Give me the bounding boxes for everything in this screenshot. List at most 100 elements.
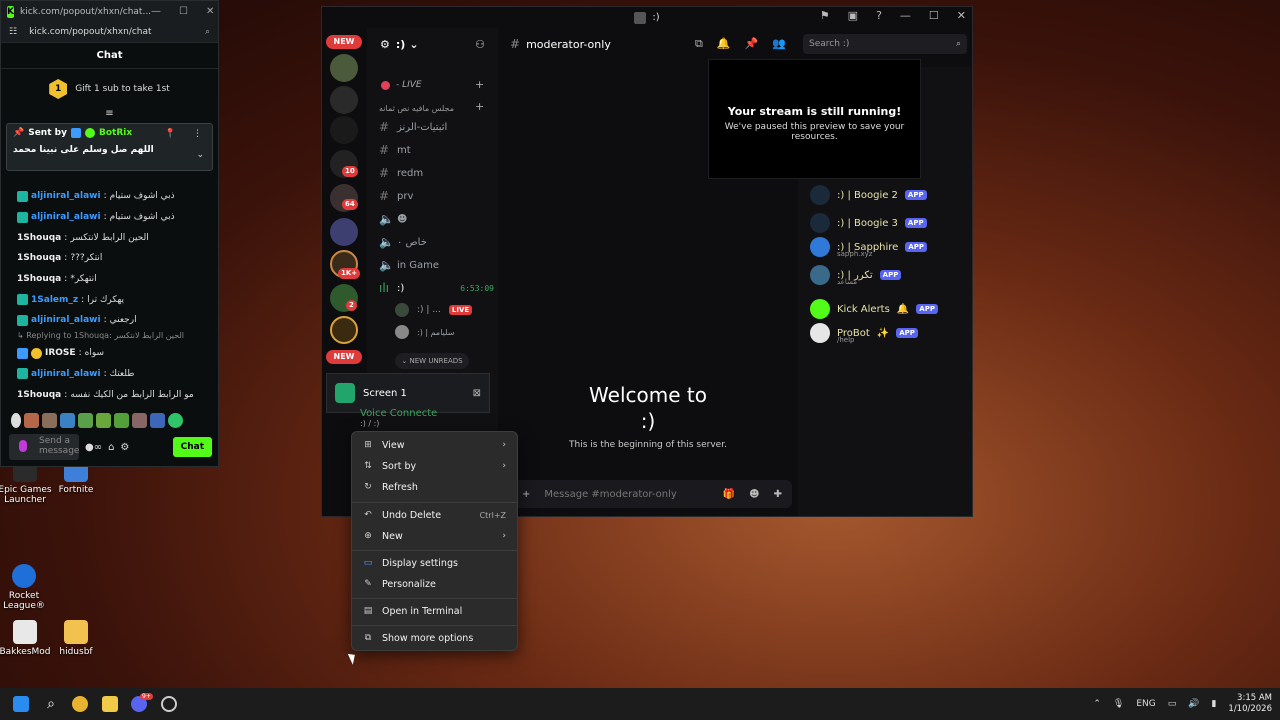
screen-share-panel[interactable]: Screen 1 ⊠ — [326, 373, 490, 413]
category-name[interactable]: مجلس مافيه نص ثمانه — [379, 104, 454, 113]
gear-icon[interactable]: ⚙ — [380, 38, 390, 51]
member-item[interactable]: ProBot ✨ APP /help — [810, 323, 918, 344]
menu-item-open-in-terminal[interactable]: ▤ Open in Terminal — [356, 601, 514, 621]
clock[interactable]: 3:15 AM 1/10/2026 — [1228, 693, 1272, 715]
mic-icon[interactable] — [19, 440, 27, 452]
emote-icon[interactable] — [114, 413, 129, 428]
menu-item-view[interactable]: ⊞ View › — [356, 435, 514, 455]
member-item[interactable]: :) | تكرر APP مساعد — [810, 265, 902, 286]
voice-channel-item[interactable]: 🔈 خاص ٠ — [379, 235, 494, 249]
stop-share-icon[interactable]: ⊠ — [473, 388, 481, 399]
file-explorer-icon[interactable] — [102, 696, 118, 712]
live-section[interactable]: - LIVE — [381, 80, 422, 90]
add-channel-icon[interactable]: + — [475, 100, 484, 113]
voice-user[interactable]: :) | سليامم — [395, 325, 494, 339]
volume-icon[interactable]: 🔊 — [1188, 699, 1199, 709]
emote-icon[interactable] — [60, 413, 75, 428]
pinned-bot-name[interactable]: BotRix — [99, 128, 132, 138]
site-settings-icon[interactable]: ☷ — [9, 27, 17, 37]
pin-icon[interactable]: 📍 — [165, 129, 176, 139]
minimize-icon[interactable]: — — [151, 6, 161, 17]
gift-icon[interactable]: 🎁 — [723, 489, 735, 500]
chat-username[interactable]: aljiniral_alawi — [31, 212, 101, 222]
search-icon[interactable]: ⌕ — [43, 696, 59, 712]
member-item[interactable]: :) | Boogie 2 APP — [810, 185, 927, 205]
menu-item-show-more-options[interactable]: ⧉ Show more options — [356, 628, 514, 648]
inbox-icon[interactable]: ▣ — [848, 9, 858, 22]
voice-channel-item[interactable]: 🔈 in Game — [379, 258, 494, 272]
pin-icon[interactable]: 📌 — [745, 37, 759, 51]
message-input[interactable]: + Message #moderator-only 🎁 ☻ ✚ — [512, 480, 792, 508]
emote-icon[interactable] — [96, 413, 111, 428]
menu-item-new[interactable]: ⊕ New › — [356, 526, 514, 546]
minimize-icon[interactable]: — — [900, 9, 911, 22]
chat-username[interactable]: IROSE — [45, 348, 76, 358]
chat-username[interactable]: 1Salem_z — [31, 295, 78, 305]
add-attachment-icon[interactable]: + — [522, 489, 530, 500]
channel-item[interactable]: # prv — [379, 189, 494, 203]
help-icon[interactable]: ? — [876, 9, 882, 22]
apps-icon[interactable]: ✚ — [774, 489, 782, 500]
language-indicator[interactable]: ENG — [1136, 699, 1155, 709]
emote-icon[interactable] — [11, 413, 21, 428]
voice-status[interactable]: Voice Connecte :) / :) — [360, 408, 437, 428]
reply-context[interactable]: ↳ Replying to 1Shouqa: الحين الرابط لانت… — [1, 331, 218, 343]
chat-username[interactable]: 1Shouqa — [17, 390, 61, 400]
close-icon[interactable]: ✕ — [957, 9, 966, 22]
close-icon[interactable]: ✕ — [206, 6, 214, 17]
desktop-icon-rocket-league[interactable]: Rocket League® — [0, 564, 52, 611]
bell-icon[interactable]: 🔔 — [717, 37, 731, 51]
chat-username[interactable]: 1Shouqa — [17, 274, 61, 284]
desktop-icon-hidusbf[interactable]: hidusbf — [48, 620, 104, 657]
emote-icon[interactable] — [150, 413, 165, 428]
kick-url-bar[interactable]: ☷ kick.com/popout/xhxn/chat ⌕ — [1, 22, 218, 43]
search-input[interactable]: Search :) ⌕ — [803, 34, 967, 54]
members-icon[interactable]: 👥 — [772, 37, 786, 51]
chat-input[interactable]: Send a message — [9, 434, 79, 460]
settings-icon[interactable]: ⚙ — [120, 442, 129, 453]
emote-icon[interactable] — [42, 413, 57, 428]
invite-icon[interactable]: ⚇ — [475, 38, 485, 51]
maximize-icon[interactable]: ☐ — [179, 6, 188, 17]
menu-item-display-settings[interactable]: ▭ Display settings — [356, 553, 514, 573]
server-icon[interactable] — [330, 116, 358, 144]
network-icon[interactable]: ▭ — [1168, 699, 1177, 709]
windows-start-icon[interactable] — [13, 696, 29, 712]
chat-username[interactable]: aljiniral_alawi — [31, 191, 101, 201]
voice-channel-item[interactable]: 🔈 ☻ — [379, 212, 494, 226]
battery-icon[interactable]: ▮ — [1211, 699, 1216, 709]
zoom-icon[interactable]: ⌕ — [205, 27, 210, 37]
menu-item-refresh[interactable]: ↻ Refresh — [356, 477, 514, 497]
member-item[interactable]: :) | Boogie 3 APP — [810, 213, 927, 233]
chrome-icon[interactable] — [72, 696, 88, 712]
emote-picker-icon[interactable]: ●∞ — [85, 442, 102, 453]
channel-item[interactable]: # اثبتيات-الرنز — [379, 120, 494, 134]
emote-icon[interactable] — [78, 413, 93, 428]
menu-item-personalize[interactable]: ✎ Personalize — [356, 574, 514, 594]
flag-icon[interactable]: ⚑ — [820, 9, 830, 22]
chat-username[interactable]: 1Shouqa — [17, 233, 61, 243]
server-header[interactable]: ⚙ :) ⌄ ⚇ — [367, 28, 498, 60]
active-voice-channel[interactable]: ılı :) 6:53:09 — [379, 281, 494, 295]
menu-item-sort-by[interactable]: ⇅ Sort by › — [356, 456, 514, 476]
menu-item-undo-delete[interactable]: ↶ Undo Delete Ctrl+Z — [356, 505, 514, 525]
chat-username[interactable]: aljiniral_alawi — [31, 369, 101, 379]
voice-user[interactable]: :) | ... LIVE — [395, 303, 494, 317]
store-icon[interactable]: ⌂ — [108, 442, 114, 453]
pinned-message[interactable]: 📌 Sent by BotRix اللهم صل وسلم على نبينا… — [6, 123, 213, 171]
emote-icon[interactable] — [132, 413, 147, 428]
chevron-up-icon[interactable]: ⌃ — [1093, 699, 1101, 709]
mic-icon[interactable]: 🎙 — [1113, 699, 1124, 709]
more-vertical-icon[interactable]: ⋮ — [193, 129, 202, 139]
channel-item[interactable]: # mt — [379, 143, 494, 157]
member-item[interactable]: :) | Sapphire APP sapph.xyz — [810, 237, 928, 258]
channel-item[interactable]: # redm — [379, 166, 494, 180]
gift-sub-banner[interactable]: 1 Gift 1 sub to take 1st — [1, 69, 218, 109]
emoji-icon[interactable]: ☻ — [749, 489, 759, 500]
chat-username[interactable]: 1Shouqa — [17, 253, 61, 263]
emote-icon[interactable] — [168, 413, 183, 428]
maximize-icon[interactable]: ☐ — [929, 9, 939, 22]
server-icon[interactable] — [330, 218, 358, 246]
server-icon[interactable] — [330, 54, 358, 82]
new-unreads-pill[interactable]: ⌄ NEW UNREADS — [395, 353, 469, 369]
